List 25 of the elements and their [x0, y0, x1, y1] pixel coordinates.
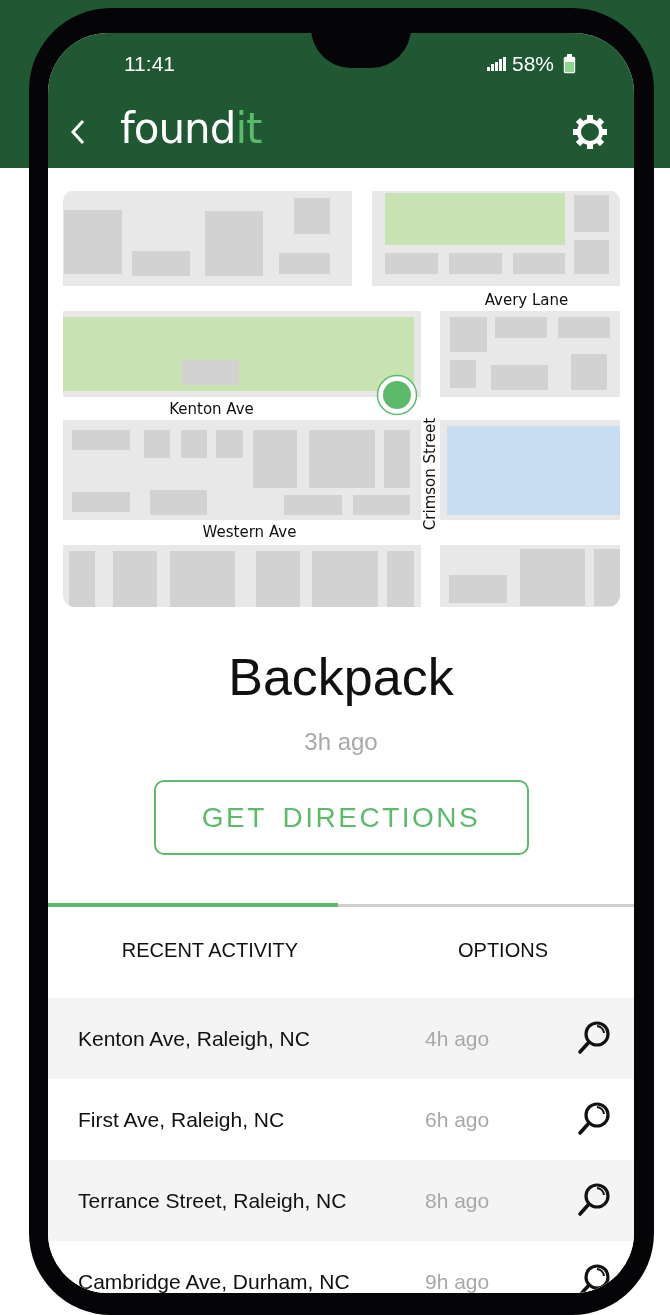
- activity-place: Cambridge Ave, Durham, NC: [78, 1269, 351, 1293]
- activity-row[interactable]: Terrance Street, Raleigh, NC 8h ago: [48, 1160, 634, 1241]
- signal-icon: [486, 57, 507, 71]
- app-logo: foundit: [120, 107, 262, 155]
- activity-row[interactable]: Cambridge Ave, Durham, NC 9h ago: [48, 1241, 634, 1293]
- street-label: Western Ave: [202, 523, 297, 541]
- activity-row[interactable]: Kenton Ave, Raleigh, NC 4h ago: [48, 998, 634, 1079]
- street-label: Kenton Ave: [169, 400, 254, 418]
- back-icon[interactable]: [70, 118, 86, 145]
- activity-place: Kenton Ave, Raleigh, NC: [78, 1026, 311, 1051]
- activity-time: 4h ago: [425, 1026, 490, 1051]
- last-seen-time: 3h ago: [304, 727, 378, 757]
- battery-icon: [563, 54, 576, 74]
- activity-time: 6h ago: [425, 1107, 490, 1132]
- activity-time: 8h ago: [425, 1188, 490, 1213]
- location-pin-icon: [375, 374, 418, 416]
- item-title: Backpack: [228, 647, 454, 708]
- battery-percent: 58%: [511, 52, 554, 76]
- activity-place: First Ave, Raleigh, NC: [78, 1107, 286, 1132]
- street-label: Crimson Street: [420, 417, 439, 531]
- activity-place: Terrance Street, Raleigh, NC: [78, 1188, 348, 1213]
- status-time: 11:41: [124, 52, 175, 76]
- activity-time: 9h ago: [425, 1269, 490, 1293]
- settings-icon[interactable]: [572, 113, 608, 150]
- street-label: Avery Lane: [484, 291, 569, 309]
